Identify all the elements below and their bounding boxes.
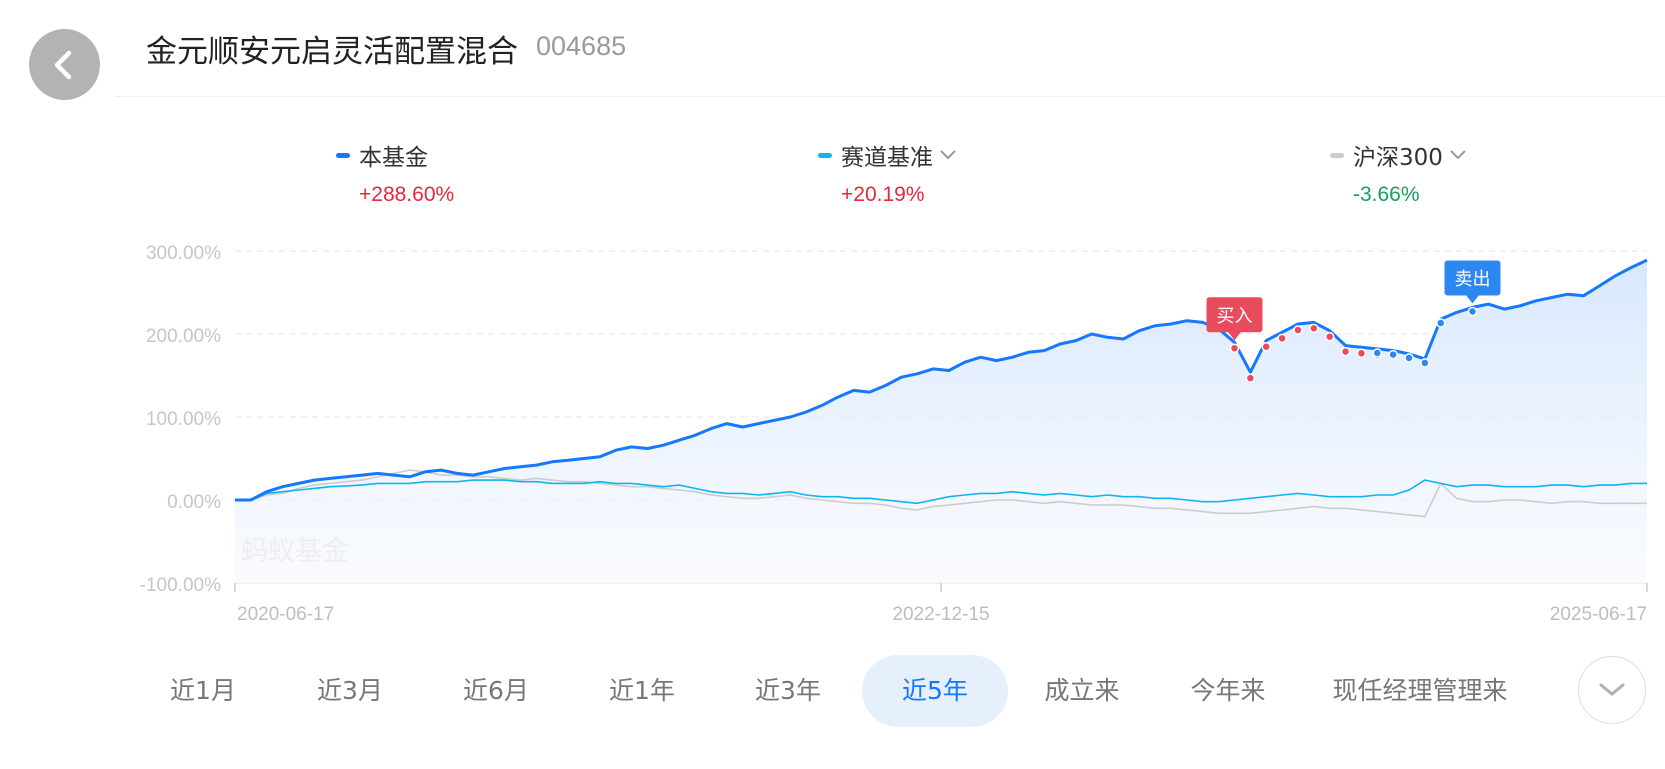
sell-point [1404,353,1414,363]
range-tab[interactable]: 现任经理管理来 [1322,655,1518,727]
range-tab[interactable]: 近6月 [438,655,554,727]
sell-point [1372,348,1383,358]
range-tab[interactable]: 成立来 [1024,655,1140,727]
sell-point [1467,306,1478,317]
buy-point [1309,323,1319,334]
range-tab[interactable]: 近1月 [145,655,261,727]
range-tab[interactable]: 今年来 [1170,655,1286,727]
fund-area-fill [235,260,1647,583]
x-tick-label: 2022-12-15 [892,604,989,625]
buy-point [1261,341,1271,352]
y-tick-label: 100.00% [146,409,221,430]
more-ranges-button[interactable] [1578,656,1646,724]
x-tick-label: 2025-06-17 [1550,604,1647,625]
sell-point [1388,349,1398,360]
y-tick-label: 300.00% [146,243,221,264]
range-tab[interactable]: 近3年 [730,655,846,727]
buy-point [1356,348,1367,359]
y-tick-label: 200.00% [146,326,221,347]
range-tab[interactable]: 近3月 [292,655,408,727]
y-tick-label: 0.00% [167,492,221,513]
performance-chart: 300.00% 200.00% 100.00% 0.00% -100.00% 2020-0… [140,243,1648,625]
range-tab[interactable]: 近1年 [584,655,700,727]
buy-point [1229,343,1240,354]
buy-point [1340,346,1351,357]
sell-point [1420,358,1430,368]
y-tick-label: -100.00% [140,575,221,596]
buy-point [1245,373,1256,383]
sell-callout-label: 卖出 [1454,269,1490,290]
sell-callout-pointer [1465,294,1480,304]
buy-callout-label: 买入 [1217,306,1253,327]
range-tabs: 近1月 近3月 近6月 近1年 近3年 近5年 成立来 今年来 现任经理管理来 [0,655,1665,727]
chevron-down-icon [1599,683,1625,696]
range-tab[interactable]: 近5年 [862,655,1008,727]
buy-point [1324,331,1335,342]
x-tick-label: 2020-06-17 [237,604,334,625]
sell-point [1436,318,1446,328]
buy-point [1293,325,1303,335]
buy-point [1277,333,1287,344]
